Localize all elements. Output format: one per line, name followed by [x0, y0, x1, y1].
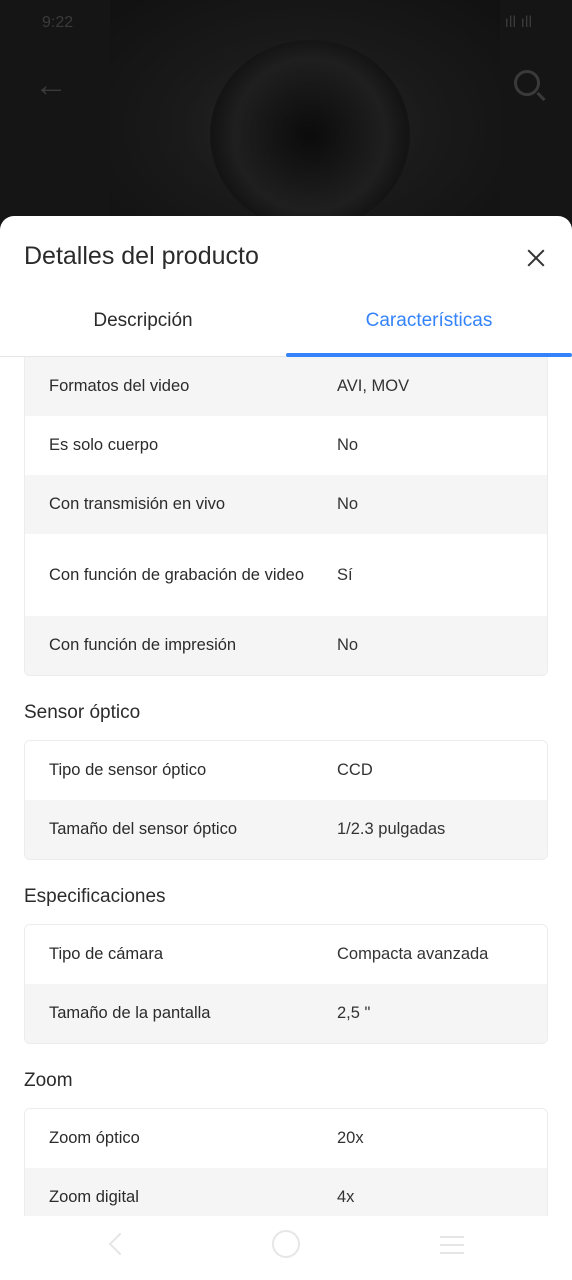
status-time: 9:22 [42, 14, 74, 31]
row-key: Formatos del video [49, 377, 190, 395]
table-row: Con transmisión en vivo No [25, 475, 547, 534]
row-key: Tipo de sensor óptico [49, 761, 207, 779]
row-value: 2,5 " [337, 1004, 371, 1022]
table-row: Es solo cuerpo No [25, 416, 547, 475]
row-value: No [337, 495, 359, 513]
zoom-card: Zoom óptico 20x Zoom digital 4x [24, 1108, 548, 1216]
table-row: Con función de grabación de video Sí [25, 534, 547, 616]
row-value: 1/2.3 pulgadas [337, 820, 446, 838]
nav-recents-icon[interactable] [440, 1236, 464, 1254]
row-value: No [337, 436, 359, 454]
sheet-title: Detalles del producto [24, 242, 259, 270]
row-key: Con función de impresión [49, 636, 237, 654]
row-key: Zoom óptico [49, 1129, 140, 1147]
row-key: Tamaño del sensor óptico [49, 820, 238, 838]
table-row: Tamaño de la pantalla 2,5 " [25, 984, 547, 1043]
specs-card: Tipo de cámara Compacta avanzada Tamaño … [24, 924, 548, 1044]
camera-lens-image [210, 40, 410, 230]
row-value: No [337, 636, 359, 654]
nav-home-icon[interactable] [272, 1230, 300, 1258]
general-card: Formatos del video AVI, MOV Es solo cuer… [24, 357, 548, 676]
tab-descripcion[interactable]: Descripción [0, 300, 286, 356]
row-key: Es solo cuerpo [49, 436, 159, 454]
row-key: Tipo de cámara [49, 945, 164, 963]
table-row: Tipo de sensor óptico CCD [25, 741, 547, 800]
row-key: Con transmisión en vivo [49, 495, 226, 513]
sensor-card: Tipo de sensor óptico CCD Tamaño del sen… [24, 740, 548, 860]
back-arrow-icon[interactable]: ← [34, 66, 68, 105]
close-icon[interactable] [524, 246, 548, 270]
section-title-zoom: Zoom [24, 1070, 73, 1091]
sheet-header: Detalles del producto [0, 216, 572, 300]
system-nav-bar [0, 1216, 572, 1280]
section-title-specs: Especificaciones [24, 886, 166, 907]
row-key: Con función de grabación de video [49, 565, 305, 584]
nav-back-icon[interactable] [108, 1232, 132, 1256]
row-value: 4x [337, 1188, 355, 1206]
row-value: 20x [337, 1129, 364, 1147]
table-row: Formatos del video AVI, MOV [25, 357, 547, 416]
search-icon[interactable] [514, 70, 540, 96]
row-key: Zoom digital [49, 1188, 139, 1206]
tab-caracteristicas[interactable]: Características [286, 300, 572, 357]
characteristics-list: Formatos del video AVI, MOV Es solo cuer… [0, 357, 572, 1216]
table-row: Tipo de cámara Compacta avanzada [25, 925, 547, 984]
row-key: Tamaño de la pantalla [49, 1004, 211, 1022]
signal-icon: ıll ıll [504, 14, 532, 31]
row-value: Sí [337, 565, 353, 584]
table-row: Con función de impresión No [25, 616, 547, 675]
tab-bar: Descripción Características [0, 300, 572, 357]
table-row: Zoom digital 4x [25, 1168, 547, 1216]
section-title-sensor: Sensor óptico [24, 702, 141, 723]
product-details-sheet: Detalles del producto Descripción Caract… [0, 216, 572, 1216]
table-row: Tamaño del sensor óptico 1/2.3 pulgadas [25, 800, 547, 859]
row-value: Compacta avanzada [337, 945, 489, 963]
row-value: CCD [337, 761, 373, 779]
table-row: Zoom óptico 20x [25, 1109, 547, 1168]
row-value: AVI, MOV [337, 377, 410, 395]
